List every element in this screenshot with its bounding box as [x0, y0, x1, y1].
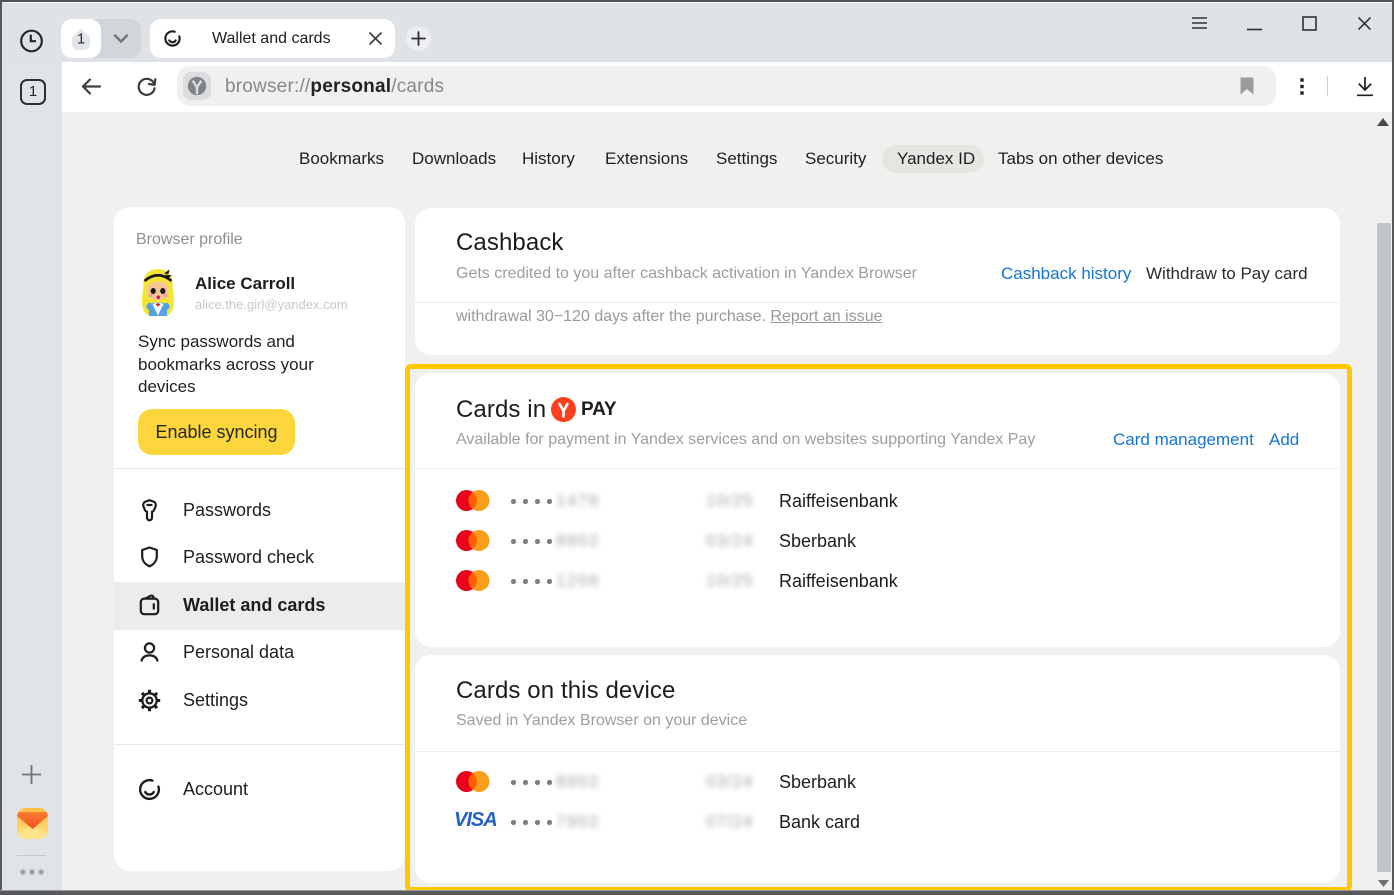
svg-text:1: 1: [77, 31, 85, 48]
